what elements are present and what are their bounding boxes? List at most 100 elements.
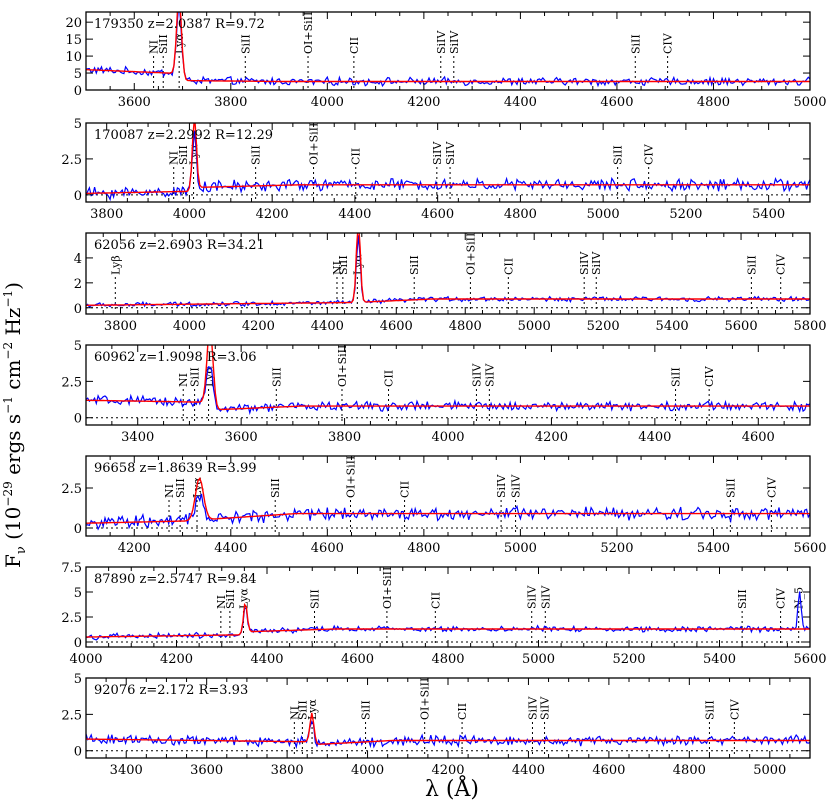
panel-header: 179350 z=2.0387 R=9.72	[94, 17, 265, 32]
line-label-siiv: SiIV	[526, 585, 539, 609]
line-label-cii: CII	[429, 592, 442, 609]
ylabel-exp: −1	[1, 290, 15, 308]
x-tick-label: 5800	[793, 319, 826, 334]
x-tick-label: 5200	[587, 319, 620, 334]
x-tick-label: 3800	[90, 207, 123, 222]
x-tick-label: 3600	[118, 95, 151, 110]
observed-spectrum	[86, 591, 810, 641]
line-label-civ: CIV	[703, 365, 716, 387]
line-label-siiv: SiIV	[470, 363, 483, 387]
x-tick-label: 4000	[311, 95, 344, 110]
observed-spectrum	[86, 720, 810, 750]
x-tick-label: 5400	[703, 652, 736, 667]
line-label-civ: CIV	[775, 253, 788, 275]
line-label-siii: SiII	[612, 145, 625, 165]
spectrum-panel-92076: NISiIILyα SiII OI+SiII CII SiIV SiIV SiII CIV34…	[61, 672, 811, 778]
spectrum-panel-60962: NISiII Lyα SiII OI+SiII CII SiIV SiIV SiII CIV34…	[61, 339, 811, 445]
object-id: 179350	[94, 17, 144, 32]
y-tick-label: 7.5	[61, 561, 82, 576]
panel-header: 60962 z=1.9098 R=3.06	[94, 350, 257, 365]
redshift-label: z=2.2992	[144, 128, 211, 143]
x-tick-label: 4400	[504, 95, 537, 110]
x-tick-label: 4400	[638, 430, 671, 445]
x-tick-label: 4600	[600, 95, 633, 110]
spectra-group	[86, 591, 810, 641]
line-label-oisiii: OI+SiII	[381, 567, 394, 609]
x-tick-label: 4000	[69, 652, 102, 667]
line-label-siiv: SiIV	[539, 585, 552, 609]
x-tick-label: 5000	[504, 541, 537, 556]
x-tick-label: 5000	[753, 763, 786, 778]
ylabel-scale: (10	[1, 507, 25, 547]
x-tick-label: 4800	[449, 319, 482, 334]
y-tick-label: 0	[74, 522, 82, 537]
line-label-siiv: SiIV	[578, 251, 591, 275]
y-tick-label: 15	[65, 33, 82, 48]
x-tick-label: 4000	[351, 763, 384, 778]
x-tick-label: 4600	[311, 541, 344, 556]
redshift-label: z=2.6903	[135, 238, 202, 253]
line-label-civ: CIV	[765, 476, 778, 498]
redshift-label: z=2.5747	[135, 572, 202, 587]
x-tick-label: 5200	[600, 541, 633, 556]
y-tick-label: 0	[74, 189, 82, 204]
panel-header: 96658 z=1.8639 R=3.99	[94, 461, 257, 476]
line-label-siii: SiII	[224, 589, 237, 609]
y-tick-label: 0	[74, 745, 82, 760]
line-label-oisiii: OI+SiII	[419, 678, 432, 720]
x-tick-label: 4800	[673, 763, 706, 778]
spectrum-panel-62056: Lyβ NISiII Lyα SiII OI+SiII CII SiIV SiIV SiII CI…	[74, 232, 827, 334]
line-label-siii: SiII	[189, 367, 202, 387]
y-tick-label: 2.5	[61, 482, 82, 497]
ylabel-cm: cm	[1, 360, 25, 397]
line-label-siii: SiII	[360, 700, 373, 720]
x-tick-label: 5600	[793, 652, 826, 667]
x-tick-label: 4200	[242, 319, 275, 334]
line-label-civ: CIV	[728, 698, 741, 720]
line-label-siii: SiII	[724, 478, 737, 498]
r-label: R=9.72	[211, 17, 265, 32]
x-tick-label: 4000	[173, 207, 206, 222]
x-tick-label: 4800	[407, 541, 440, 556]
ylabel-exp: −29	[1, 481, 15, 506]
y-tick-label: 5	[74, 672, 82, 687]
ylabel-nu: ν	[14, 546, 29, 554]
y-tick-label: 2.5	[61, 708, 82, 723]
x-tick-label: 4600	[341, 652, 374, 667]
line-label-siiv: SiIV	[448, 30, 461, 54]
r-label: R=3.93	[194, 683, 248, 698]
x-tick-label: 5600	[725, 319, 758, 334]
x-tick-label: 5000	[587, 207, 620, 222]
line-label-cii: CII	[456, 703, 469, 720]
x-tick-label: 5200	[612, 652, 645, 667]
x-tick-label: 5000	[522, 652, 555, 667]
y-tick-label: 0	[74, 636, 82, 651]
r-label: R=3.06	[203, 350, 257, 365]
ylabel-hz: Hz	[1, 308, 25, 342]
x-tick-label: 4800	[697, 95, 730, 110]
x-tick-label: 5000	[518, 319, 551, 334]
line-label-cii: CII	[399, 481, 412, 498]
x-tick-label: 4600	[380, 319, 413, 334]
x-tick-label: 4400	[311, 319, 344, 334]
x-tick-label: 4200	[407, 95, 440, 110]
r-label: R=12.29	[211, 128, 273, 143]
line-label-cii: CII	[348, 37, 361, 54]
line-label-ly: Lyα	[351, 254, 364, 275]
ylabel-f: F	[1, 554, 25, 568]
x-tick-label: 3800	[104, 319, 137, 334]
line-label-siii: SiII	[736, 589, 749, 609]
y-tick-label: 2.5	[61, 153, 82, 168]
r-label: R=3.99	[203, 461, 257, 476]
y-tick-label: 20	[65, 16, 82, 31]
line-label-siii: SiII	[670, 367, 683, 387]
line-label-siii: SiII	[629, 34, 642, 54]
x-tick-label: 3600	[190, 763, 223, 778]
line-label-siiv: SiIV	[483, 363, 496, 387]
line-label-ly: Lyβ	[109, 255, 122, 275]
line-label-siiv: SiIV	[510, 474, 523, 498]
ylabel-exp: −2	[1, 342, 15, 360]
x-tick-label: 4800	[431, 652, 464, 667]
spectra-figure: NISiII Lyα SiII OI+SiII CII SiIV SiIV SiII CIV36…	[1, 11, 827, 802]
ylabel-ergs: ergs s	[1, 414, 25, 481]
